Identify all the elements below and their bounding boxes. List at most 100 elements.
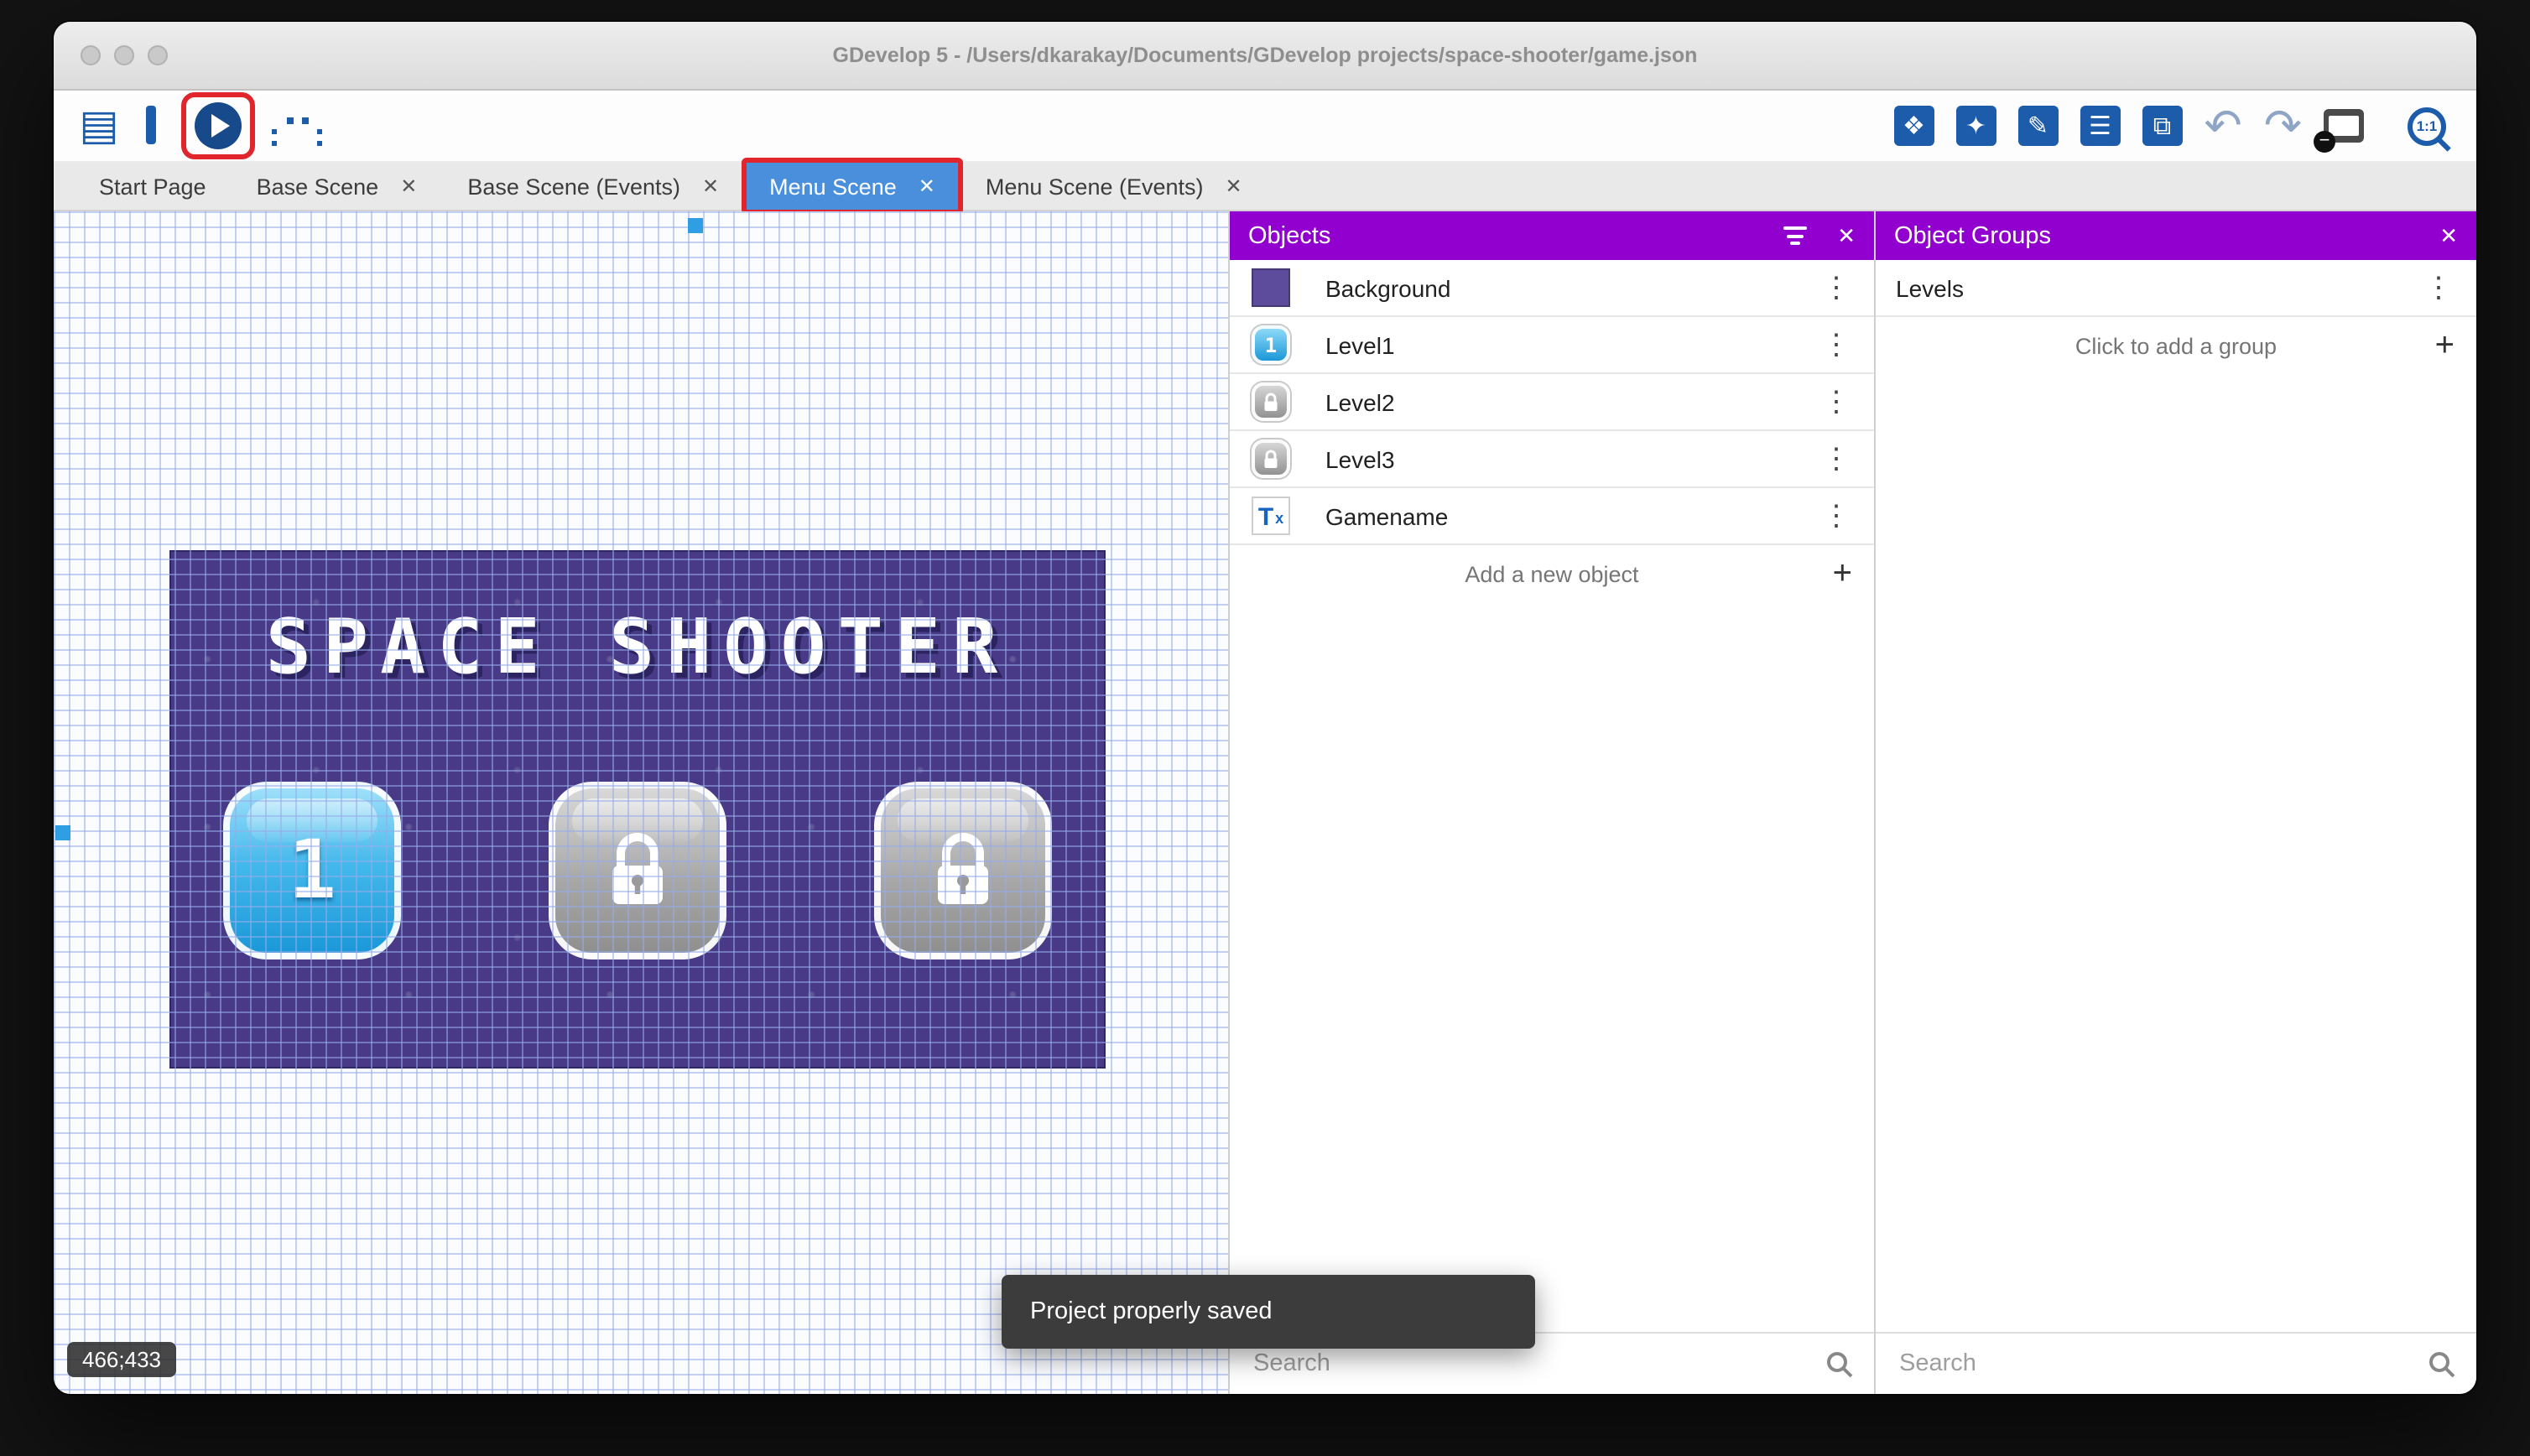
groups-panel-header: Object Groups ✕	[1876, 211, 2476, 260]
background-instance[interactable]: SPACE SHOOTER 1	[169, 550, 1106, 1069]
minimize-window-button[interactable]	[114, 45, 134, 65]
padlock-icon	[612, 833, 663, 904]
window-mask-button[interactable]	[2314, 109, 2364, 153]
search-icon[interactable]	[2428, 1349, 2456, 1378]
objects-editor-icon[interactable]: ❖	[1893, 106, 1934, 146]
object-groups-editor-icon[interactable]: ✦	[1955, 106, 1996, 146]
plus-icon[interactable]: +	[1833, 557, 1852, 590]
add-group-row[interactable]: Click to add a group +	[1876, 317, 2476, 374]
project-manager-icon[interactable]: ▤	[77, 104, 121, 148]
objects-panel-title: Objects	[1248, 222, 1331, 249]
tab-base-scene-events[interactable]: Base Scene (Events) ✕	[442, 163, 744, 210]
desktop-background: GDevelop 5 - /Users/dkarakay/Documents/G…	[0, 0, 2530, 1456]
padlock-icon	[938, 833, 988, 904]
scene-canvas[interactable]: SPACE SHOOTER 1 466;433	[54, 211, 1228, 1394]
filter-icon[interactable]	[1783, 226, 1808, 245]
add-object-label: Add a new object	[1465, 561, 1639, 586]
play-button-annotation	[181, 92, 255, 159]
objects-header-icons: ✕	[1783, 225, 1856, 247]
tab-label: Base Scene	[256, 174, 379, 199]
group-name: Levels	[1896, 274, 1964, 301]
play-icon	[211, 114, 230, 138]
object-row-level3[interactable]: Level3 ⋮	[1230, 431, 1874, 488]
tab-close-icon[interactable]: ✕	[1226, 174, 1242, 198]
object-row-level1[interactable]: 1 Level1 ⋮	[1230, 317, 1874, 374]
tab-label: Base Scene (Events)	[467, 174, 680, 199]
undo-icon[interactable]: ↶	[2205, 102, 2242, 148]
title-bar: GDevelop 5 - /Users/dkarakay/Documents/G…	[54, 22, 2476, 91]
toast-message: Project properly saved	[1030, 1298, 1273, 1325]
level-buttons-row: 1	[171, 782, 1104, 959]
kebab-menu-icon[interactable]: ⋮	[1819, 330, 1854, 359]
redo-icon[interactable]: ↷	[2264, 102, 2302, 148]
plus-icon[interactable]: +	[2435, 329, 2455, 362]
objects-panel-header: Objects ✕	[1230, 211, 1874, 260]
cursor-coordinates: 466;433	[67, 1342, 176, 1377]
editor-tabs: Start Page Base Scene ✕ Base Scene (Even…	[54, 158, 2476, 215]
window-icon	[146, 106, 156, 144]
close-icon[interactable]: ✕	[1837, 225, 1856, 247]
groups-panel-title: Object Groups	[1894, 222, 2051, 249]
object-row-gamename[interactable]: Tx Gamename ⋮	[1230, 488, 1874, 545]
search-icon[interactable]	[1825, 1349, 1854, 1378]
scenes-window-icon[interactable]	[146, 106, 156, 144]
padlock-icon	[1264, 449, 1278, 467]
groups-search-row	[1876, 1332, 2476, 1394]
kebab-menu-icon[interactable]: ⋮	[1819, 387, 1854, 416]
object-row-background[interactable]: Background ⋮	[1230, 260, 1874, 317]
padlock-icon	[1264, 392, 1278, 410]
object-row-level2[interactable]: Level2 ⋮	[1230, 374, 1874, 431]
add-group-label: Click to add a group	[2074, 333, 2278, 358]
tab-label: Menu Scene (Events)	[985, 174, 1204, 199]
resize-handle-left[interactable]	[55, 825, 70, 840]
object-groups-panel: Object Groups ✕ Levels ⋮ Click to add a …	[1874, 211, 2476, 1394]
group-row-levels[interactable]: Levels ⋮	[1876, 260, 2476, 317]
objects-panel-empty-area	[1230, 602, 1874, 1332]
tab-close-icon[interactable]: ✕	[400, 174, 417, 198]
object-name: Background	[1325, 274, 1451, 301]
minus-badge-icon	[2314, 131, 2335, 153]
objects-search-input[interactable]	[1250, 1349, 1812, 1379]
instances-list-icon[interactable]: ☰	[2080, 106, 2121, 146]
level2-thumbnail	[1250, 381, 1292, 423]
tab-menu-scene[interactable]: Menu Scene ✕	[741, 158, 964, 215]
tab-close-icon[interactable]: ✕	[702, 174, 719, 198]
tab-close-icon[interactable]: ✕	[919, 174, 935, 198]
zoom-window-button[interactable]	[148, 45, 168, 65]
layers-icon[interactable]: ⧉	[2142, 106, 2183, 146]
level2-button-instance[interactable]	[549, 782, 726, 959]
groups-header-icons: ✕	[2439, 225, 2458, 247]
tab-label: Menu Scene	[769, 174, 897, 199]
kebab-menu-icon[interactable]: ⋮	[1819, 502, 1854, 530]
object-name: Level1	[1325, 331, 1395, 358]
groups-search-input[interactable]	[1896, 1349, 2414, 1379]
tab-start-page[interactable]: Start Page	[74, 163, 232, 210]
window-title: GDevelop 5 - /Users/dkarakay/Documents/G…	[832, 44, 1698, 67]
zoom-icon[interactable]: 1:1	[2408, 107, 2446, 145]
kebab-menu-icon[interactable]: ⋮	[1819, 445, 1854, 473]
add-object-row[interactable]: Add a new object +	[1230, 545, 1874, 602]
level3-thumbnail	[1250, 438, 1292, 480]
toolbar-right-group: ❖ ✦ ✎ ☰ ⧉ ↶ ↷ 1:1	[1893, 102, 2454, 153]
preview-play-button[interactable]	[195, 102, 242, 149]
objects-panel: Objects ✕ Background ⋮ 1 Level1 ⋮ Level2…	[1228, 211, 1874, 1394]
resize-handle-top[interactable]	[688, 218, 703, 233]
kebab-menu-icon[interactable]: ⋮	[1819, 273, 1854, 302]
level3-button-instance[interactable]	[874, 782, 1052, 959]
background-thumbnail	[1250, 267, 1292, 309]
tab-base-scene[interactable]: Base Scene ✕	[232, 163, 443, 210]
main-toolbar: ▤ ❖ ✦ ✎ ☰ ⧉ ↶ ↷ − 1:1	[54, 91, 2476, 163]
level1-thumbnail: 1	[1250, 324, 1292, 366]
properties-icon[interactable]: ✎	[2017, 106, 2059, 146]
gamename-text-instance[interactable]: SPACE SHOOTER	[171, 602, 1104, 691]
close-icon[interactable]: ✕	[2439, 225, 2458, 247]
level1-button-instance[interactable]: 1	[223, 782, 401, 959]
groups-panel-empty-area	[1876, 374, 2476, 1332]
object-name: Level3	[1325, 445, 1395, 472]
editor-content: SPACE SHOOTER 1 466;433 Objects ✕ Backgr…	[54, 211, 2476, 1394]
tab-menu-scene-events[interactable]: Menu Scene (Events) ✕	[960, 163, 1268, 210]
close-window-button[interactable]	[81, 45, 101, 65]
zoom-label: 1:1	[2416, 117, 2438, 134]
level1-number: 1	[288, 824, 336, 918]
kebab-menu-icon[interactable]: ⋮	[2421, 273, 2456, 302]
